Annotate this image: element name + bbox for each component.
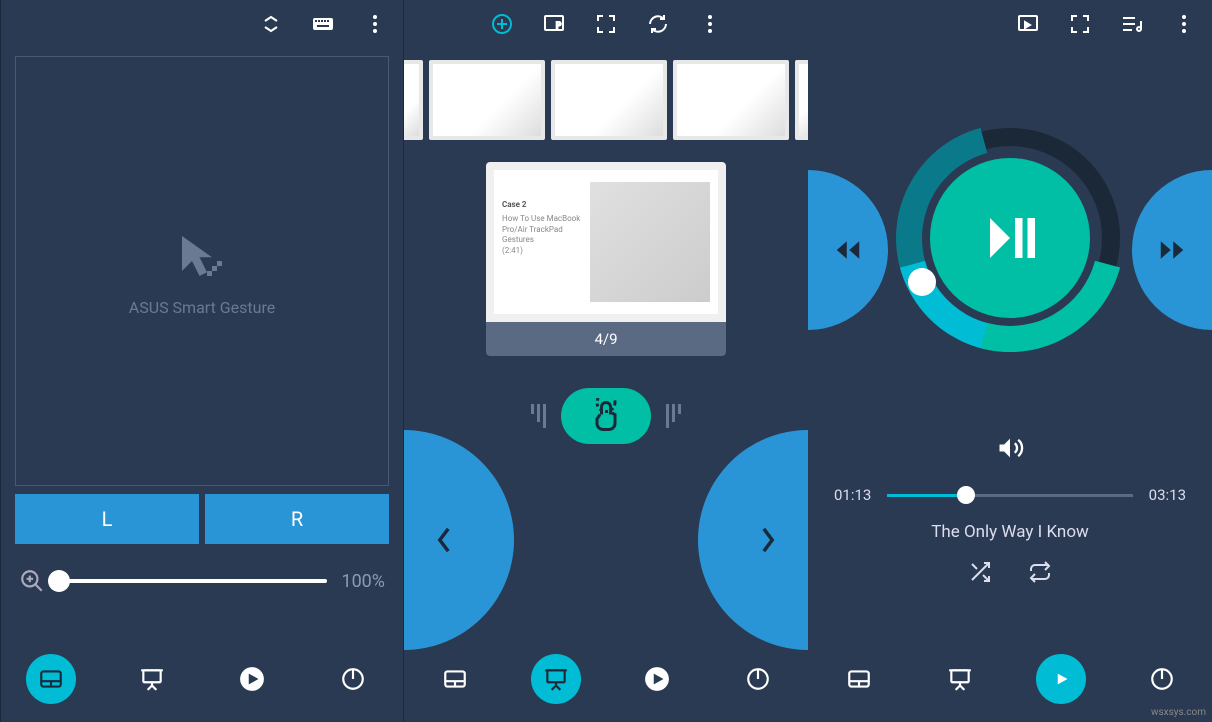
song-title: The Only Way I Know (808, 522, 1212, 542)
top-bar (1, 0, 403, 48)
watermark: wsxsys.com (1151, 707, 1206, 718)
nav-media-button[interactable] (227, 654, 277, 704)
progress-ring-thumb[interactable] (908, 268, 936, 296)
slide-thumbnail[interactable] (551, 60, 667, 140)
slide-case-label: Case 2 (502, 200, 582, 210)
bottom-nav (1, 636, 403, 722)
cast-screen-icon[interactable] (1012, 8, 1044, 40)
overflow-menu-icon[interactable] (694, 8, 726, 40)
tap-gesture-icon (588, 398, 624, 434)
svg-text:P: P (556, 21, 561, 30)
overflow-menu-icon[interactable] (1168, 8, 1200, 40)
track-seek-thumb[interactable] (957, 486, 975, 504)
playback-mode-row (808, 560, 1212, 584)
touch-gesture-button[interactable] (561, 388, 651, 444)
zoom-slider[interactable] (59, 579, 327, 583)
time-total: 03:13 (1149, 486, 1186, 504)
nav-trackpad-button[interactable] (834, 654, 884, 704)
nav-power-button[interactable] (733, 654, 783, 704)
next-slide-button[interactable] (698, 430, 808, 650)
wave-indicator-icon (531, 404, 546, 428)
nav-trackpad-button[interactable] (26, 654, 76, 704)
nav-presentation-button[interactable] (127, 654, 177, 704)
refresh-icon[interactable] (642, 8, 674, 40)
panel-music: 01:13 03:13 The Only Way I Know wsxsys.c… (808, 0, 1212, 722)
nav-media-button[interactable] (1036, 654, 1086, 704)
time-current: 01:13 (834, 486, 871, 504)
nav-presentation-button[interactable] (531, 654, 581, 704)
zoom-control: 100% (19, 568, 385, 594)
slide-counter: 4/9 (486, 322, 726, 356)
nav-presentation-button[interactable] (935, 654, 985, 704)
top-bar (808, 0, 1212, 48)
slide-thumbnail-strip[interactable] (404, 48, 808, 152)
overflow-menu-icon[interactable] (359, 8, 391, 40)
zoom-in-icon[interactable] (19, 568, 45, 594)
nav-media-button[interactable] (632, 654, 682, 704)
top-bar: P (404, 0, 808, 48)
wave-indicator-icon (666, 404, 681, 428)
slide-thumbnail[interactable] (429, 60, 545, 140)
add-icon[interactable] (486, 8, 518, 40)
nav-power-button[interactable] (328, 654, 378, 704)
trackpad-label: ASUS Smart Gesture (129, 298, 275, 317)
presenter-view-icon[interactable]: P (538, 8, 570, 40)
track-seek-bar[interactable] (887, 494, 1132, 497)
keyboard-icon[interactable] (307, 8, 339, 40)
playlist-icon[interactable] (1116, 8, 1148, 40)
nav-power-button[interactable] (1137, 654, 1187, 704)
zoom-value: 100% (341, 571, 385, 592)
slide-thumbnail[interactable] (673, 60, 789, 140)
panel-trackpad: ASUS Smart Gesture L R 100% (0, 0, 404, 722)
slide-duration: (2:41) (502, 246, 582, 256)
play-pause-button[interactable] (930, 158, 1090, 318)
prev-slide-button[interactable] (404, 430, 514, 650)
slide-thumbnail[interactable] (795, 60, 808, 140)
nav-trackpad-button[interactable] (430, 654, 480, 704)
current-slide[interactable]: Case 2 How To Use MacBook Pro/Air TrackP… (486, 162, 726, 356)
right-click-button[interactable]: R (205, 494, 389, 544)
fullscreen-icon[interactable] (590, 8, 622, 40)
slide-thumbnail[interactable] (404, 60, 423, 140)
panel-presentation: P Case 2 How To Use MacBook Pro/Air Trac… (404, 0, 808, 722)
slide-subtitle: How To Use MacBook Pro/Air TrackPad Gest… (502, 214, 582, 245)
zoom-slider-thumb[interactable] (48, 570, 70, 592)
shuffle-icon[interactable] (968, 560, 992, 584)
cursor-move-icon (172, 226, 232, 286)
playback-dial (808, 48, 1212, 428)
collapse-icon[interactable] (255, 8, 287, 40)
volume-icon[interactable] (808, 434, 1212, 466)
bottom-nav (404, 636, 808, 722)
repeat-icon[interactable] (1028, 560, 1052, 584)
mouse-buttons: L R (15, 494, 389, 544)
track-progress-row: 01:13 03:13 (808, 486, 1212, 504)
left-click-button[interactable]: L (15, 494, 199, 544)
trackpad-surface[interactable]: ASUS Smart Gesture (15, 56, 389, 486)
fullscreen-icon[interactable] (1064, 8, 1096, 40)
